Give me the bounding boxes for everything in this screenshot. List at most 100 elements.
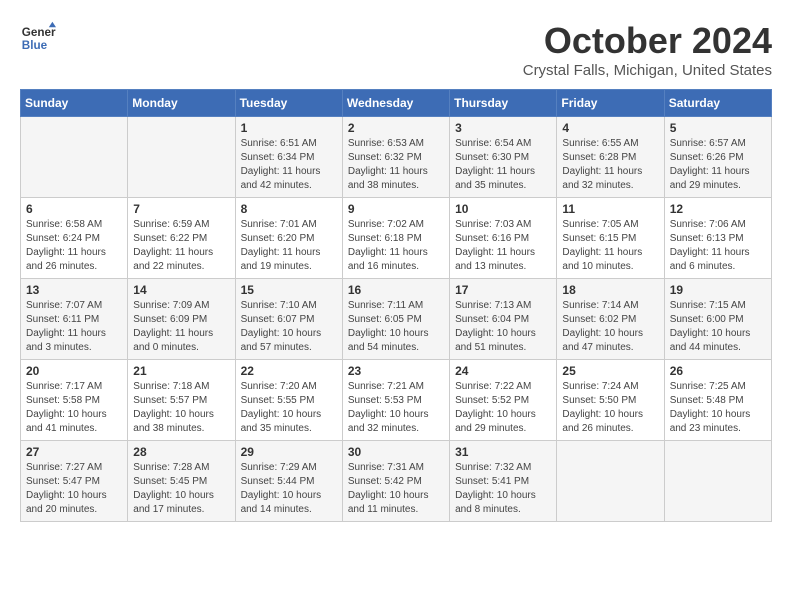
calendar-cell (557, 441, 664, 522)
day-info: Sunrise: 7:27 AMSunset: 5:47 PMDaylight:… (26, 461, 122, 517)
day-info: Sunrise: 6:54 AMSunset: 6:30 PMDaylight:… (455, 137, 551, 193)
day-info: Sunrise: 7:32 AMSunset: 5:41 PMDaylight:… (455, 461, 551, 517)
day-number: 7 (133, 202, 229, 216)
logo: General Blue (20, 20, 56, 56)
calendar-week-3: 13 Sunrise: 7:07 AMSunset: 6:11 PMDayligh… (21, 279, 772, 360)
calendar-cell: 21 Sunrise: 7:18 AMSunset: 5:57 PMDayligh… (128, 360, 235, 441)
calendar-cell: 5 Sunrise: 6:57 AMSunset: 6:26 PMDaylight… (664, 117, 771, 198)
day-number: 1 (241, 121, 337, 135)
calendar-cell (664, 441, 771, 522)
calendar-cell: 31 Sunrise: 7:32 AMSunset: 5:41 PMDayligh… (450, 441, 557, 522)
day-info: Sunrise: 7:10 AMSunset: 6:07 PMDaylight:… (241, 299, 337, 355)
day-number: 13 (26, 283, 122, 297)
day-number: 10 (455, 202, 551, 216)
calendar-week-5: 27 Sunrise: 7:27 AMSunset: 5:47 PMDayligh… (21, 441, 772, 522)
calendar-cell: 7 Sunrise: 6:59 AMSunset: 6:22 PMDaylight… (128, 198, 235, 279)
day-number: 27 (26, 445, 122, 459)
calendar-cell: 15 Sunrise: 7:10 AMSunset: 6:07 PMDayligh… (235, 279, 342, 360)
day-number: 5 (670, 121, 766, 135)
day-info: Sunrise: 7:29 AMSunset: 5:44 PMDaylight:… (241, 461, 337, 517)
header-sunday: Sunday (21, 90, 128, 117)
day-number: 29 (241, 445, 337, 459)
calendar-cell (21, 117, 128, 198)
day-number: 30 (348, 445, 444, 459)
day-info: Sunrise: 7:24 AMSunset: 5:50 PMDaylight:… (562, 380, 658, 436)
day-info: Sunrise: 7:07 AMSunset: 6:11 PMDaylight:… (26, 299, 122, 355)
day-number: 3 (455, 121, 551, 135)
day-number: 16 (348, 283, 444, 297)
location-title: Crystal Falls, Michigan, United States (523, 62, 772, 79)
calendar-header: Sunday Monday Tuesday Wednesday Thursday… (21, 90, 772, 117)
calendar-cell: 27 Sunrise: 7:27 AMSunset: 5:47 PMDayligh… (21, 441, 128, 522)
day-info: Sunrise: 7:28 AMSunset: 5:45 PMDaylight:… (133, 461, 229, 517)
day-info: Sunrise: 7:18 AMSunset: 5:57 PMDaylight:… (133, 380, 229, 436)
title-section: October 2024 Crystal Falls, Michigan, Un… (523, 20, 772, 79)
day-info: Sunrise: 7:31 AMSunset: 5:42 PMDaylight:… (348, 461, 444, 517)
calendar-cell: 9 Sunrise: 7:02 AMSunset: 6:18 PMDaylight… (342, 198, 449, 279)
day-info: Sunrise: 7:02 AMSunset: 6:18 PMDaylight:… (348, 218, 444, 274)
header-row: Sunday Monday Tuesday Wednesday Thursday… (21, 90, 772, 117)
day-info: Sunrise: 6:53 AMSunset: 6:32 PMDaylight:… (348, 137, 444, 193)
day-number: 31 (455, 445, 551, 459)
calendar-week-4: 20Sunrise: 7:17 AMSunset: 5:58 PMDayligh… (21, 360, 772, 441)
calendar-cell: 19Sunrise: 7:15 AMSunset: 6:00 PMDayligh… (664, 279, 771, 360)
day-number: 26 (670, 364, 766, 378)
calendar-body: 1 Sunrise: 6:51 AMSunset: 6:34 PMDaylight… (21, 117, 772, 522)
calendar-cell: 8 Sunrise: 7:01 AMSunset: 6:20 PMDaylight… (235, 198, 342, 279)
day-info: Sunrise: 7:14 AMSunset: 6:02 PMDaylight:… (562, 299, 658, 355)
day-info: Sunrise: 7:01 AMSunset: 6:20 PMDaylight:… (241, 218, 337, 274)
svg-text:General: General (22, 26, 56, 39)
header-friday: Friday (557, 90, 664, 117)
calendar-cell: 6 Sunrise: 6:58 AMSunset: 6:24 PMDaylight… (21, 198, 128, 279)
day-number: 25 (562, 364, 658, 378)
calendar-cell: 13 Sunrise: 7:07 AMSunset: 6:11 PMDayligh… (21, 279, 128, 360)
day-number: 9 (348, 202, 444, 216)
day-info: Sunrise: 7:11 AMSunset: 6:05 PMDaylight:… (348, 299, 444, 355)
calendar-cell: 30 Sunrise: 7:31 AMSunset: 5:42 PMDayligh… (342, 441, 449, 522)
day-number: 12 (670, 202, 766, 216)
calendar-cell: 20Sunrise: 7:17 AMSunset: 5:58 PMDayligh… (21, 360, 128, 441)
day-info: Sunrise: 6:51 AMSunset: 6:34 PMDaylight:… (241, 137, 337, 193)
day-number: 2 (348, 121, 444, 135)
day-info: Sunrise: 7:15 AMSunset: 6:00 PMDaylight:… (670, 299, 766, 355)
calendar-cell: 17 Sunrise: 7:13 AMSunset: 6:04 PMDayligh… (450, 279, 557, 360)
month-title: October 2024 (523, 20, 772, 62)
calendar-cell: 23Sunrise: 7:21 AMSunset: 5:53 PMDayligh… (342, 360, 449, 441)
header: General Blue October 2024 Crystal Falls,… (20, 20, 772, 79)
day-info: Sunrise: 7:20 AMSunset: 5:55 PMDaylight:… (241, 380, 337, 436)
day-number: 17 (455, 283, 551, 297)
day-number: 15 (241, 283, 337, 297)
calendar-cell: 18Sunrise: 7:14 AMSunset: 6:02 PMDayligh… (557, 279, 664, 360)
calendar-cell: 26 Sunrise: 7:25 AMSunset: 5:48 PMDayligh… (664, 360, 771, 441)
calendar-cell: 22 Sunrise: 7:20 AMSunset: 5:55 PMDayligh… (235, 360, 342, 441)
day-info: Sunrise: 7:21 AMSunset: 5:53 PMDaylight:… (348, 380, 444, 436)
day-info: Sunrise: 7:06 AMSunset: 6:13 PMDaylight:… (670, 218, 766, 274)
calendar-cell: 3 Sunrise: 6:54 AMSunset: 6:30 PMDaylight… (450, 117, 557, 198)
day-number: 6 (26, 202, 122, 216)
calendar-cell: 14Sunrise: 7:09 AMSunset: 6:09 PMDayligh… (128, 279, 235, 360)
calendar-cell (128, 117, 235, 198)
day-info: Sunrise: 7:13 AMSunset: 6:04 PMDaylight:… (455, 299, 551, 355)
calendar-cell: 16 Sunrise: 7:11 AMSunset: 6:05 PMDayligh… (342, 279, 449, 360)
calendar-cell: 10Sunrise: 7:03 AMSunset: 6:16 PMDayligh… (450, 198, 557, 279)
logo-icon: General Blue (20, 20, 56, 56)
calendar-cell: 11Sunrise: 7:05 AMSunset: 6:15 PMDayligh… (557, 198, 664, 279)
calendar-week-1: 1 Sunrise: 6:51 AMSunset: 6:34 PMDaylight… (21, 117, 772, 198)
day-number: 11 (562, 202, 658, 216)
day-info: Sunrise: 7:22 AMSunset: 5:52 PMDaylight:… (455, 380, 551, 436)
header-tuesday: Tuesday (235, 90, 342, 117)
day-info: Sunrise: 6:58 AMSunset: 6:24 PMDaylight:… (26, 218, 122, 274)
calendar-cell: 12 Sunrise: 7:06 AMSunset: 6:13 PMDayligh… (664, 198, 771, 279)
calendar-cell: 24Sunrise: 7:22 AMSunset: 5:52 PMDayligh… (450, 360, 557, 441)
day-number: 8 (241, 202, 337, 216)
day-info: Sunrise: 7:25 AMSunset: 5:48 PMDaylight:… (670, 380, 766, 436)
day-info: Sunrise: 6:57 AMSunset: 6:26 PMDaylight:… (670, 137, 766, 193)
calendar-table: Sunday Monday Tuesday Wednesday Thursday… (20, 89, 772, 522)
calendar-cell: 29 Sunrise: 7:29 AMSunset: 5:44 PMDayligh… (235, 441, 342, 522)
day-number: 14 (133, 283, 229, 297)
day-info: Sunrise: 6:59 AMSunset: 6:22 PMDaylight:… (133, 218, 229, 274)
day-number: 21 (133, 364, 229, 378)
calendar-cell: 28Sunrise: 7:28 AMSunset: 5:45 PMDayligh… (128, 441, 235, 522)
day-info: Sunrise: 7:17 AMSunset: 5:58 PMDaylight:… (26, 380, 122, 436)
day-number: 22 (241, 364, 337, 378)
